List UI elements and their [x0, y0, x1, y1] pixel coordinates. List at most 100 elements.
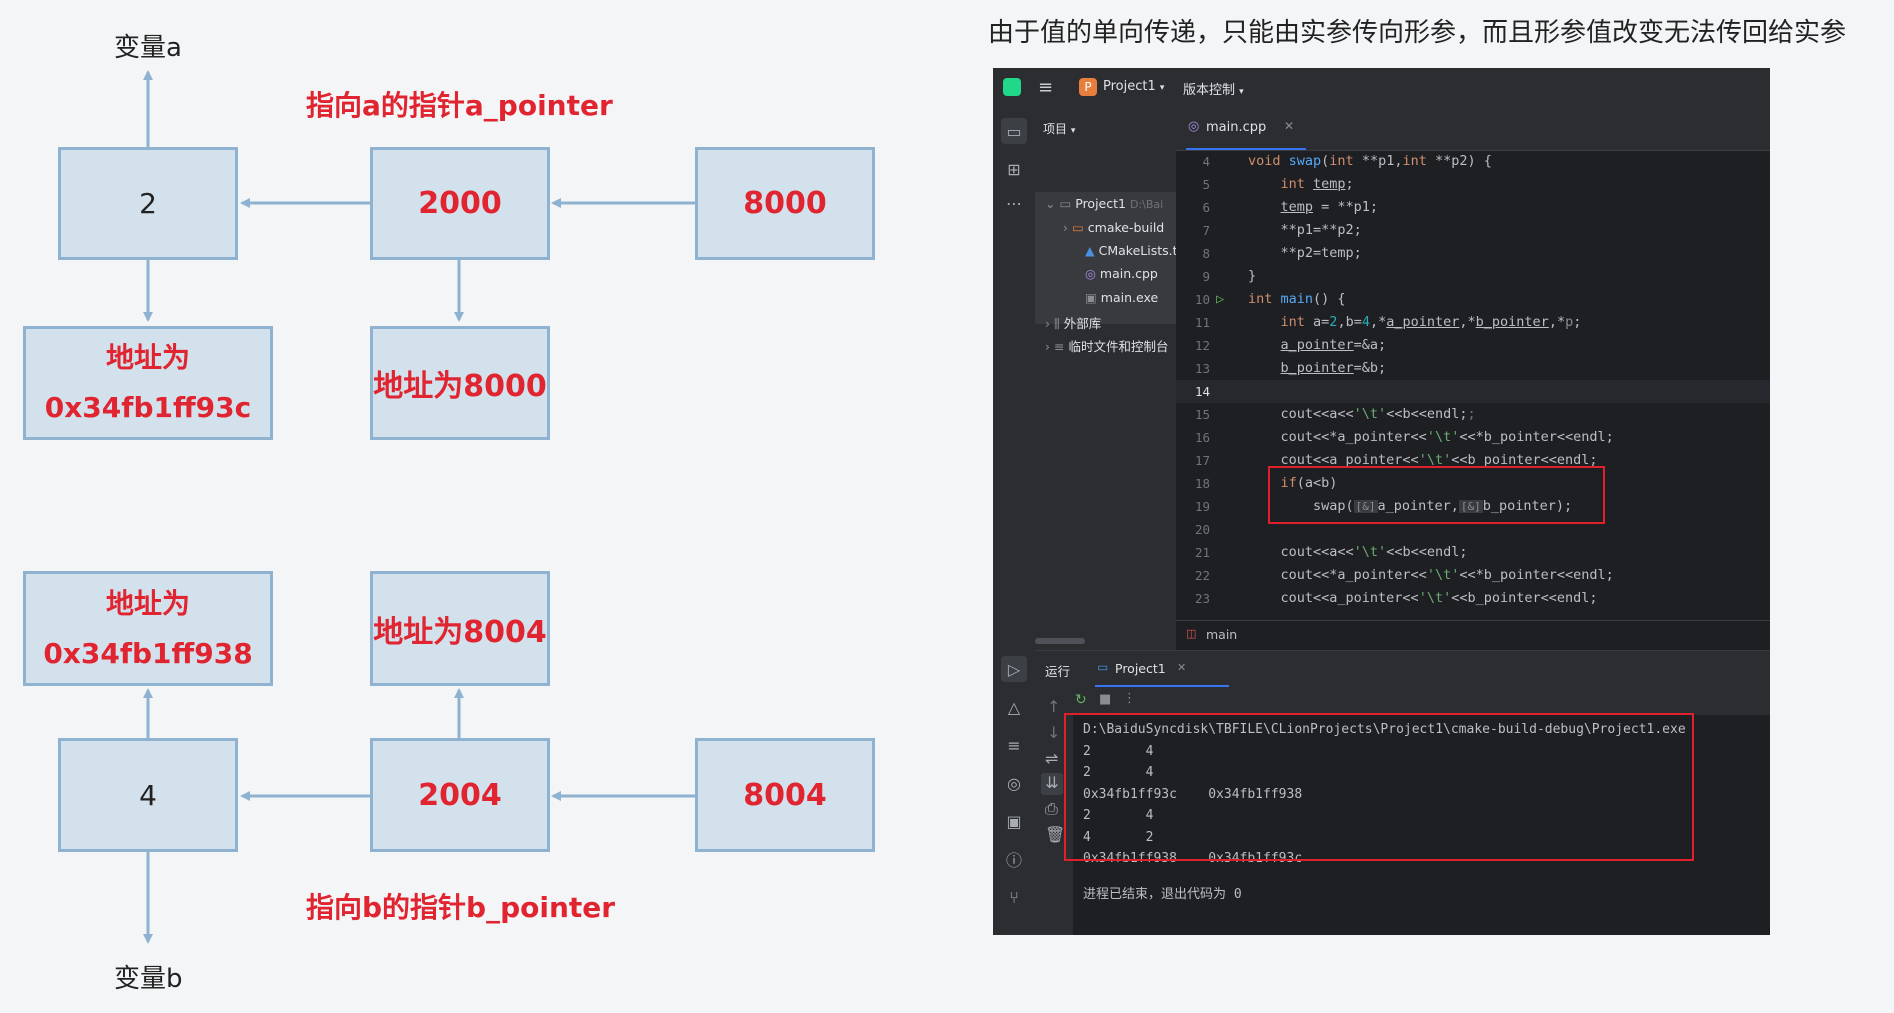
tree-item-project1[interactable]: ⌄ ▭ Project1 D:\Bai [1045, 196, 1163, 211]
vcs-label: 版本控制 [1183, 83, 1236, 98]
function-icon: ◫ [1186, 627, 1197, 640]
code-line: 13 b_pointer=&b; [1194, 360, 1387, 376]
code-area[interactable]: 4 void swap(int **p1,int **p2) { 5 int te… [1176, 150, 1770, 620]
console-icon: ▭ [1097, 660, 1109, 674]
run-tab-label: Project1 [1115, 661, 1166, 676]
ide-titlebar: ≡ P Project1 ▾ 版本控制 ▾ [993, 68, 1770, 109]
code-line: 21 cout<<a<<'\t'<<b<<endl; [1194, 544, 1468, 560]
editor-tabbar: ◎ main.cpp ✕ [1176, 108, 1770, 151]
tree-item-cmake-build[interactable]: › ▭ cmake-build [1063, 220, 1164, 235]
project-switcher[interactable]: Project1 ▾ [1103, 79, 1164, 94]
var-a-address-line1: 地址为 [105, 341, 190, 374]
code-line: 22 cout<<*a_pointer<<'\t'<<*b_pointer<<e… [1194, 567, 1614, 583]
pp-b-value: 8004 [743, 777, 827, 813]
tree-item-external-libs[interactable]: › ⫼ 外部库 [1045, 313, 1101, 332]
a-pointer-box: 2000 [370, 147, 550, 260]
breadcrumb[interactable]: ◫ main [1176, 620, 1770, 651]
output-highlight [1064, 713, 1694, 861]
var-a-label: 变量a [114, 33, 182, 63]
var-b-address-box: 地址为 0x34fb1ff938 [23, 571, 273, 686]
pp-a-value: 8000 [743, 186, 827, 221]
code-line: 16 cout<<*a_pointer<<'\t'<<*b_pointer<<e… [1194, 429, 1614, 445]
code-line: 10 ▷ int main() { [1176, 288, 1770, 311]
var-a-address-line2: 0x34fb1ff93c [44, 391, 252, 424]
more-icon[interactable]: ⋯ [1001, 190, 1027, 216]
tab-label: main.cpp [1206, 120, 1267, 135]
run-gutter-icon[interactable]: ▷ [1216, 288, 1224, 311]
rerun-icon[interactable]: ↻ [1075, 692, 1087, 708]
arrow-down-icon[interactable]: ↓ [1047, 723, 1060, 742]
scroll-to-end-icon[interactable]: ⇊ [1041, 773, 1063, 795]
code-line: 12 a_pointer=&a; [1194, 337, 1387, 353]
run-icon[interactable]: ▷ [1001, 656, 1027, 682]
trash-icon[interactable]: 🗑 [1045, 825, 1065, 844]
vcs-menu[interactable]: 版本控制 ▾ [1183, 79, 1244, 98]
project-badge: P [1079, 78, 1097, 96]
code-line: 7 **p1=**p2; [1202, 222, 1362, 238]
todo-icon[interactable]: ≡ [1001, 732, 1027, 758]
tree-label: main.exe [1100, 290, 1159, 305]
more-icon[interactable]: ⋮ [1123, 691, 1136, 706]
ide-window: ≡ P Project1 ▾ 版本控制 ▾ ▭ ⊞ ⋯ ▷ △ ≡ ◎ ▣ ⓘ … [993, 68, 1770, 935]
tree-label: main.cpp [1099, 266, 1158, 281]
tree-label: 外部库 [1063, 316, 1102, 331]
code-line: 9} [1202, 268, 1257, 284]
var-a-address-box: 地址为 0x34fb1ff93c [23, 326, 273, 440]
structure-icon[interactable]: ⊞ [1001, 156, 1027, 182]
var-b-label: 变量b [114, 964, 183, 994]
var-a-box: 2 [58, 147, 238, 260]
code-line: 5 int temp; [1202, 176, 1354, 192]
var-a-value: 2 [139, 187, 157, 220]
close-icon[interactable]: ✕ [1177, 661, 1186, 674]
pp-a-box: 8000 [695, 147, 875, 260]
clion-logo-icon [1003, 78, 1021, 96]
run-panel: 运行 ▭ Project1 ✕ ↻ ■ ⋮ ↑ ↓ ⇌ ⇊ ⎙ 🗑 D:\Bai… [1035, 650, 1770, 935]
tab-main-cpp[interactable]: ◎ main.cpp ✕ [1186, 108, 1306, 150]
b-pointer-address: 地址为8004 [373, 614, 547, 650]
folder-icon[interactable]: ▭ [1001, 118, 1027, 144]
arrow-up-icon[interactable]: ↑ [1047, 697, 1060, 716]
tree-label: cmake-build [1087, 220, 1165, 235]
var-b-address-line1: 地址为 [105, 586, 190, 620]
code-line: 11 int a=2,b=4,*a_pointer,*b_pointer,*p; [1194, 314, 1582, 330]
stop-icon[interactable]: ■ [1099, 692, 1111, 707]
horizontal-scrollbar[interactable] [1035, 638, 1085, 644]
code-line-current: 14 [1176, 380, 1770, 403]
git-icon[interactable]: ⑂ [1001, 884, 1027, 910]
print-icon[interactable]: ⎙ [1045, 799, 1058, 819]
tree-item-main-cpp[interactable]: ◎ main.cpp [1085, 266, 1158, 281]
run-tab-project1[interactable]: ▭ Project1 ✕ [1095, 651, 1229, 687]
code-line: 15 cout<<a<<'\t'<<b<<endl;; [1194, 406, 1476, 422]
problems-icon[interactable]: ⓘ [1001, 846, 1027, 872]
soft-wrap-icon[interactable]: ⇌ [1045, 749, 1058, 768]
swap-call-highlight [1268, 466, 1605, 524]
a-pointer-address-box: 地址为8000 [370, 326, 550, 440]
var-b-address-line2: 0x34fb1ff938 [43, 636, 253, 670]
build-icon[interactable]: △ [1001, 694, 1027, 720]
breadcrumb-label: main [1206, 627, 1238, 642]
terminal-icon[interactable]: ▣ [1001, 808, 1027, 834]
menu-icon[interactable]: ≡ [1038, 77, 1053, 98]
services-icon[interactable]: ◎ [1001, 770, 1027, 796]
code-line: 4 void swap(int **p1,int **p2) { [1202, 153, 1492, 169]
project-panel-header[interactable]: 项目 ▾ [1043, 120, 1075, 137]
tree-item-cmakelists[interactable]: ▲ CMakeLists.t [1085, 243, 1178, 258]
project-name: Project1 [1103, 79, 1156, 94]
var-b-box: 4 [58, 738, 238, 852]
b-pointer-box: 2004 [370, 738, 550, 852]
b-pointer-address-box: 地址为8004 [370, 571, 550, 686]
tree-label: Project1 [1075, 196, 1126, 211]
tree-label: CMakeLists.t [1098, 243, 1178, 258]
tree-suffix: D:\Bai [1129, 198, 1164, 211]
b-pointer-label: 指向b的指针b_pointer [306, 891, 616, 924]
tree-item-main-exe[interactable]: ▣ main.exe [1085, 290, 1158, 305]
run-header: 运行 ▭ Project1 ✕ [1035, 651, 1770, 687]
project-panel-title: 项目 [1043, 122, 1068, 136]
cpp-file-icon: ◎ [1188, 119, 1200, 134]
tree-item-scratches[interactable]: › ≡ 临时文件和控制台 [1045, 336, 1168, 355]
caption: 由于值的单向传递，只能由实参传向形参，而且形参值改变无法传回给实参 [988, 18, 1847, 48]
var-b-value: 4 [139, 778, 157, 812]
tree-label: 临时文件和控制台 [1068, 339, 1169, 354]
code-line: 23 cout<<a_pointer<<'\t'<<b_pointer<<end… [1194, 590, 1598, 606]
close-icon[interactable]: ✕ [1284, 119, 1294, 133]
